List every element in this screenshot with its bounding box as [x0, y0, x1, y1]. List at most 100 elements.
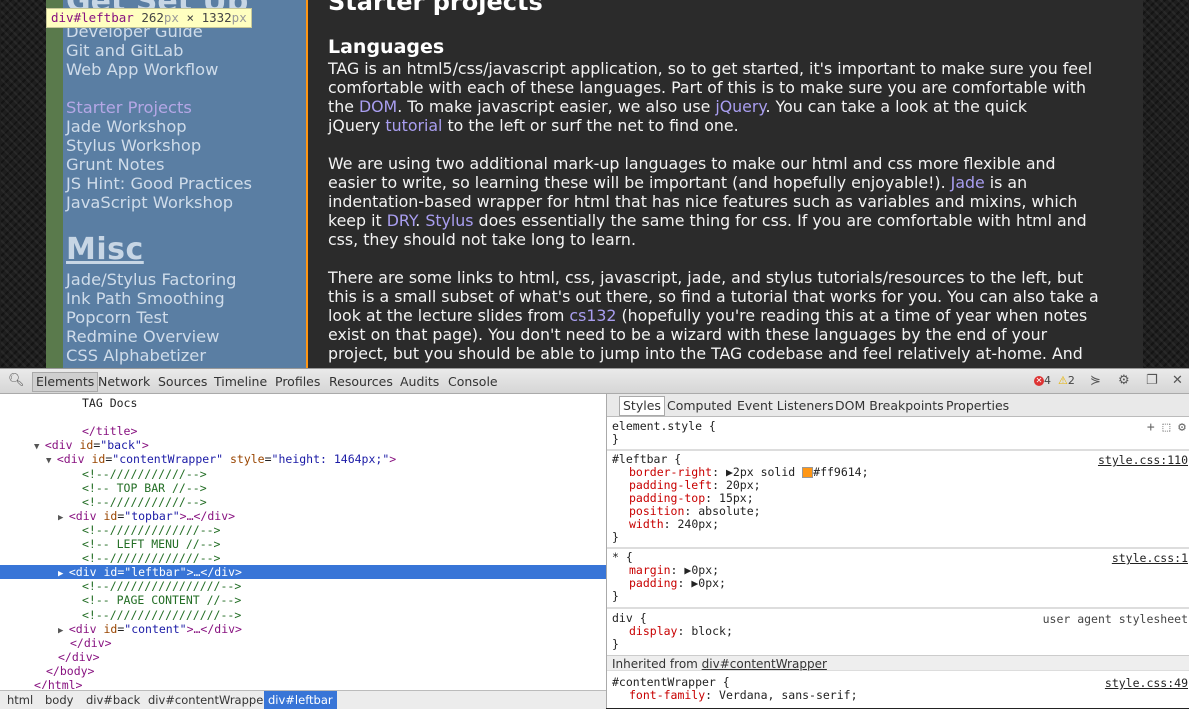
- dom-node[interactable]: </div>: [0, 650, 606, 664]
- dom-node-selected[interactable]: ▶ <div id="leftbar">…</div>: [0, 565, 606, 580]
- search-icon[interactable]: 🔍︎: [8, 373, 25, 388]
- css-property[interactable]: padding: [629, 576, 677, 590]
- dom-node[interactable]: <!-- LEFT MENU //-->: [0, 537, 606, 551]
- css-property[interactable]: padding-left: [629, 478, 712, 492]
- css-value[interactable]: 0px;: [691, 563, 719, 577]
- sidebar-item[interactable]: Ink Path Smoothing: [66, 289, 225, 308]
- add-rule-icon[interactable]: +: [1147, 420, 1155, 435]
- dom-node[interactable]: ▶ <div id="topbar">…</div>: [0, 509, 606, 523]
- expand-triangle-icon[interactable]: ▶: [58, 569, 69, 579]
- style-gear-icon[interactable]: ⚙: [1178, 420, 1186, 435]
- breadcrumb-item[interactable]: body: [45, 693, 73, 707]
- inherited-from-link[interactable]: div#contentWrapper: [702, 657, 827, 671]
- tab-timeline[interactable]: Timeline: [214, 374, 267, 389]
- tab-sources[interactable]: Sources: [158, 374, 207, 389]
- dock-icon[interactable]: ❐: [1146, 373, 1158, 388]
- dom-node[interactable]: </div>: [0, 636, 606, 650]
- inline-link[interactable]: Stylus: [425, 211, 473, 230]
- settings-gear-icon[interactable]: ⚙: [1118, 373, 1130, 388]
- css-value[interactable]: 2px solid: [733, 465, 802, 479]
- collapse-triangle-icon[interactable]: ▼: [46, 456, 57, 466]
- sidebar-item[interactable]: Web App Workflow: [66, 60, 218, 79]
- css-color-value[interactable]: #ff9614;: [813, 465, 868, 479]
- sidebar-tab-event-listeners[interactable]: Event Listeners: [737, 398, 834, 413]
- tab-elements[interactable]: Elements: [32, 372, 99, 392]
- inline-link[interactable]: jQuery: [715, 97, 765, 116]
- dom-node[interactable]: <!--///////////-->: [0, 467, 606, 481]
- sidebar-item[interactable]: Stylus Workshop: [66, 136, 201, 155]
- tab-resources[interactable]: Resources: [329, 374, 393, 389]
- sidebar-item[interactable]: Redmine Overview: [66, 327, 219, 346]
- close-icon[interactable]: ✕: [1172, 373, 1183, 388]
- warning-count[interactable]: ⚠2: [1058, 374, 1075, 387]
- sidebar-item[interactable]: Jade/Stylus Factoring: [66, 270, 236, 289]
- dom-node[interactable]: <!--/////////////-->: [0, 523, 606, 537]
- inline-link[interactable]: DOM: [359, 97, 397, 116]
- sidebar-item[interactable]: Grunt Notes: [66, 155, 165, 174]
- breadcrumb-item[interactable]: div#leftbar: [264, 691, 337, 709]
- sidebar-item[interactable]: JavaScript Workshop: [66, 193, 233, 212]
- tab-audits[interactable]: Audits: [400, 374, 439, 389]
- rule-selector[interactable]: #leftbar {: [612, 452, 681, 466]
- sidebar-tab-properties[interactable]: Properties: [946, 398, 1009, 413]
- dom-node[interactable]: </html>: [0, 678, 606, 689]
- rule-selector[interactable]: #contentWrapper {: [612, 675, 730, 689]
- collapse-triangle-icon[interactable]: ▼: [34, 442, 45, 452]
- css-value[interactable]: 240px;: [677, 517, 719, 531]
- expand-triangle-icon[interactable]: ▶: [58, 626, 69, 636]
- element-state-icon[interactable]: ⬚: [1163, 420, 1171, 435]
- breadcrumb-item[interactable]: div#back: [86, 693, 140, 707]
- css-value[interactable]: block;: [691, 624, 733, 638]
- css-value[interactable]: 15px;: [719, 491, 754, 505]
- expand-triangle-icon[interactable]: ▶: [58, 513, 69, 523]
- dom-node[interactable]: <!-- PAGE CONTENT //-->: [0, 593, 606, 607]
- sidebar-item[interactable]: CSS Alphabetizer: [66, 346, 206, 365]
- breadcrumb-item[interactable]: html: [7, 693, 33, 707]
- css-property[interactable]: padding-top: [629, 491, 705, 505]
- sidebar-item[interactable]: JS Hint: Good Practices: [66, 174, 252, 193]
- dom-node[interactable]: <!-- TOP BAR //-->: [0, 481, 606, 495]
- style-source-link[interactable]: style.css:110: [1098, 453, 1188, 467]
- error-count[interactable]: ✕ 4: [1034, 374, 1051, 387]
- sidebar-item[interactable]: Jade Workshop: [66, 117, 187, 136]
- dom-node[interactable]: ▶ <div id="content">…</div>: [0, 622, 606, 636]
- dom-node[interactable]: </body>: [0, 664, 606, 678]
- rule-selector[interactable]: * {: [612, 550, 633, 564]
- sidebar-tab-dom-breakpoints[interactable]: DOM Breakpoints: [835, 398, 944, 413]
- style-source-link[interactable]: style.css:49: [1105, 676, 1188, 690]
- css-value[interactable]: 20px;: [726, 478, 761, 492]
- color-swatch[interactable]: [802, 467, 814, 478]
- breadcrumb-item[interactable]: div#contentWrapper: [148, 693, 268, 707]
- dom-node[interactable]: TAG Docs: [0, 396, 606, 410]
- tab-network[interactable]: Network: [98, 374, 150, 389]
- expand-triangle-icon[interactable]: ▶: [726, 465, 733, 479]
- dom-node[interactable]: ▼ <div id="back">: [0, 438, 606, 452]
- inline-link[interactable]: tutorial: [385, 116, 442, 135]
- dom-node[interactable]: <!--///////////-->: [0, 495, 606, 509]
- show-console-icon[interactable]: ⋟: [1090, 373, 1101, 388]
- tab-console[interactable]: Console: [448, 374, 498, 389]
- dom-node[interactable]: <!--/////////////-->: [0, 551, 606, 565]
- style-source-link[interactable]: style.css:1: [1112, 551, 1188, 565]
- dom-node[interactable]: <!--////////////////-->: [0, 608, 606, 622]
- dom-node[interactable]: <!--////////////////-->: [0, 579, 606, 593]
- inline-link[interactable]: cs132: [569, 306, 616, 325]
- dom-node[interactable]: [0, 410, 606, 424]
- tab-profiles[interactable]: Profiles: [275, 374, 320, 389]
- css-value[interactable]: Verdana, sans-serif;: [719, 688, 857, 702]
- sidebar-item[interactable]: Popcorn Test: [66, 308, 168, 327]
- css-property[interactable]: margin: [629, 563, 671, 577]
- css-property[interactable]: border-right: [629, 465, 712, 479]
- dom-node[interactable]: ▼ <div id="contentWrapper" style="height…: [0, 452, 606, 466]
- inline-link[interactable]: Jade: [951, 173, 985, 192]
- misc-heading[interactable]: Misc: [66, 232, 144, 267]
- css-property[interactable]: display: [629, 624, 677, 638]
- dom-node[interactable]: </title>: [0, 424, 606, 438]
- sidebar-item[interactable]: Starter Projects: [66, 98, 192, 117]
- sidebar-tab-styles[interactable]: Styles: [619, 396, 665, 416]
- css-value[interactable]: 0px;: [698, 576, 726, 590]
- sidebar-item[interactable]: Git and GitLab: [66, 41, 183, 60]
- sidebar-tab-computed[interactable]: Computed: [667, 398, 732, 413]
- css-property[interactable]: position: [629, 504, 684, 518]
- css-property[interactable]: width: [629, 517, 664, 531]
